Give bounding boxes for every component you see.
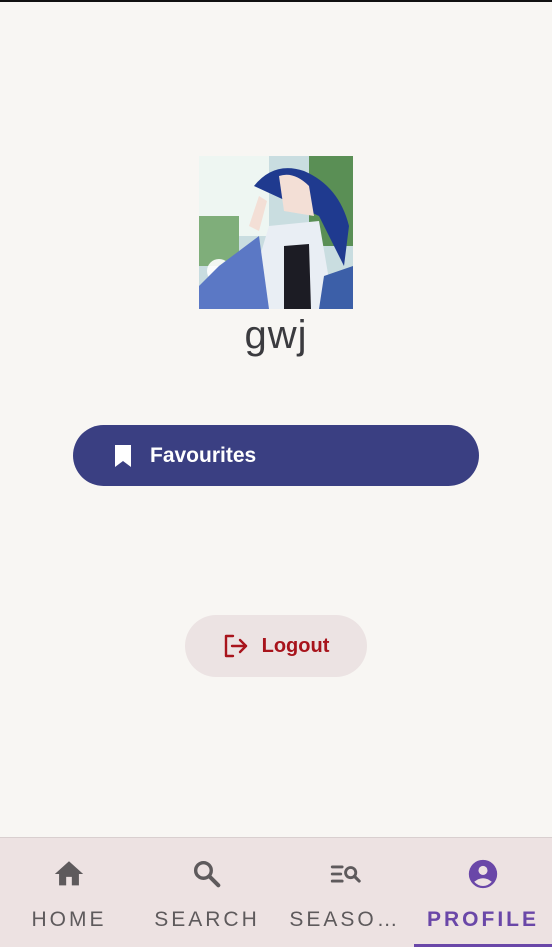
nav-label-seasons: SEASO… [289, 908, 401, 931]
list-search-icon [328, 857, 362, 891]
nav-item-profile[interactable]: PROFILE [414, 838, 552, 947]
favourites-button[interactable]: Favourites [73, 425, 479, 486]
home-icon [52, 857, 86, 891]
avatar-image [199, 156, 353, 309]
account-circle-icon [466, 857, 500, 891]
logout-button[interactable]: Logout [185, 615, 367, 677]
logout-label: Logout [261, 634, 330, 657]
favourites-label: Favourites [150, 443, 257, 467]
bottom-navigation: HOME SEARCH SEASO… PROFILE [0, 837, 552, 947]
avatar[interactable] [199, 156, 353, 309]
nav-item-search[interactable]: SEARCH [138, 838, 276, 947]
username: gwj [244, 313, 308, 357]
logout-icon [223, 633, 249, 659]
nav-label-profile: PROFILE [426, 908, 539, 931]
nav-item-home[interactable]: HOME [0, 838, 138, 947]
search-icon [190, 857, 224, 891]
nav-label-home: HOME [31, 908, 107, 931]
nav-item-seasons[interactable]: SEASO… [276, 838, 414, 947]
status-bar-edge [0, 0, 552, 2]
bookmark-icon [113, 444, 133, 467]
nav-label-search: SEARCH [154, 908, 260, 931]
